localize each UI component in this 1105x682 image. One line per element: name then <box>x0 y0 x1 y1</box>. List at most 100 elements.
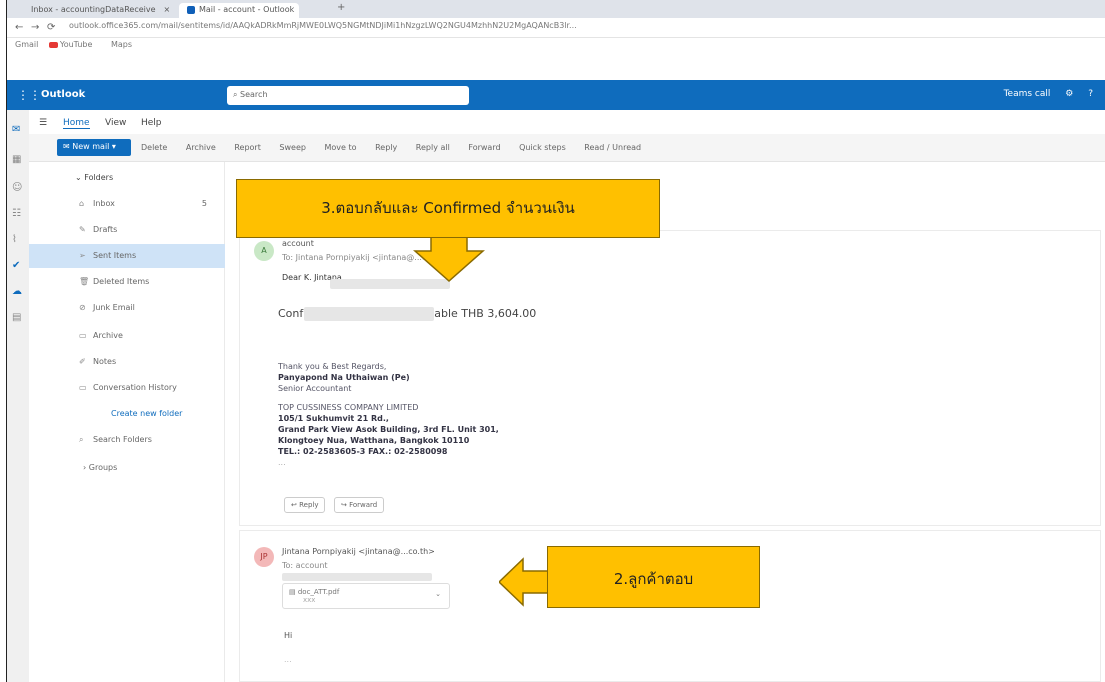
folder-label: Inbox <box>93 199 115 208</box>
reply-all-button[interactable]: Reply all <box>416 143 450 152</box>
sweep-button[interactable]: Sweep <box>279 143 306 152</box>
signature-spacer <box>278 394 499 402</box>
callout-confirm-amount: 3.ตอบกลับและ Confirmed จำนวนเงิน <box>236 179 660 238</box>
sender-name: account <box>282 239 314 248</box>
apps-icon[interactable]: ▤ <box>12 312 21 323</box>
folders-header-label: Folders <box>84 173 114 182</box>
new-mail-button[interactable]: ✉ New mail ▾ <box>57 139 131 156</box>
folder-drafts[interactable]: ✎ Drafts <box>29 218 225 242</box>
forward-button[interactable]: ↪ Forward <box>334 497 385 513</box>
outlook-header: ⋮⋮ Outlook ⌕ Search Teams call ⚙ ? <box>7 80 1105 110</box>
drafts-icon: ✎ <box>79 225 86 234</box>
folder-deleted-items[interactable]: 🗑 Deleted Items <box>29 270 225 294</box>
quick-steps-button[interactable]: Quick steps <box>519 143 566 152</box>
bookmark-maps[interactable]: Maps <box>111 40 132 49</box>
groups-icon[interactable]: ☷ <box>12 208 21 219</box>
archive-icon: ▭ <box>79 331 87 340</box>
app-rail: ✉ ▦ ☺ ☷ ⌇ ✔ ☁ ▤ <box>7 110 29 682</box>
url-input[interactable]: outlook.office365.com/mail/sentitems/id/… <box>69 21 769 35</box>
tab-help[interactable]: Help <box>141 118 162 128</box>
avatar: A <box>254 241 274 261</box>
show-more-link[interactable]: ... <box>278 457 499 468</box>
compose-icon: ✉ <box>63 142 73 151</box>
reload-icon[interactable]: ⟳ <box>47 22 55 33</box>
email-message-reply[interactable]: A account To: Jintana Pornpiyakij <jinta… <box>239 230 1101 526</box>
forward-icon: ↪ <box>341 501 350 509</box>
close-icon[interactable]: × <box>164 5 171 14</box>
folder-icon: ▭ <box>79 383 87 392</box>
folder-pane: ⌄ Folders ⌂ Inbox 5 ✎ Drafts ➢ Sent Items 🗑 D… <box>29 162 225 682</box>
header-actions: Teams call ⚙ ? <box>992 89 1093 99</box>
callout-customer-reply: 2.ลูกค้าตอบ <box>547 546 760 608</box>
folder-search-folders[interactable]: ⌕ Search Folders <box>29 428 225 452</box>
recipient-line: To: Jintana Pornpiyakij <jintana@...> <box>282 253 429 262</box>
tab-home[interactable]: Home <box>63 118 90 129</box>
help-icon[interactable]: ? <box>1088 89 1093 99</box>
sent-icon: ➢ <box>79 251 86 260</box>
bookmark-youtube[interactable]: YouTube <box>48 40 101 49</box>
move-to-button[interactable]: Move to <box>325 143 357 152</box>
people-icon[interactable]: ☺ <box>12 182 22 193</box>
forward-icon[interactable]: → <box>31 22 39 33</box>
delete-button[interactable]: Delete <box>141 143 167 152</box>
bookmark-label: YouTube <box>59 40 93 49</box>
browser-tab-inbox[interactable]: Inbox - accountingDataReceive × <box>23 3 173 18</box>
onedrive-icon[interactable]: ☁ <box>12 286 22 297</box>
back-icon[interactable]: ← <box>15 22 23 33</box>
folder-sent-items[interactable]: ➢ Sent Items <box>29 244 225 268</box>
search-icon: ⌕ <box>233 90 241 99</box>
folder-notes[interactable]: ✐ Notes <box>29 350 225 374</box>
chevron-down-icon: ⌄ <box>75 173 85 182</box>
signature: Thank you & Best Regards, Panyapond Na U… <box>278 361 499 468</box>
left-arrow-annotation <box>499 557 551 607</box>
new-tab-button[interactable]: + <box>337 2 345 13</box>
avatar: JP <box>254 547 274 567</box>
settings-icon[interactable]: ⚙ <box>1065 89 1073 99</box>
redacted-text <box>282 573 432 581</box>
chevron-down-icon[interactable]: ⌄ <box>435 590 441 598</box>
mail-icon[interactable]: ✉ <box>12 124 20 135</box>
folder-label: Archive <box>93 331 123 340</box>
folder-label: Drafts <box>93 225 118 234</box>
company-line: Klongtoey Nua, Watthana, Bangkok 10110 <box>278 436 470 445</box>
browser-tab-outlook[interactable]: Mail - account - Outlook× <box>179 3 299 18</box>
ribbon-items: Delete Archive Report Sweep Move to Repl… <box>141 143 657 152</box>
read-unread-button[interactable]: Read / Unread <box>584 143 641 152</box>
search-icon: ⌕ <box>79 435 84 444</box>
junk-icon: ⊘ <box>79 303 86 312</box>
folder-conversation-history[interactable]: ▭ Conversation History <box>29 376 225 400</box>
attach-icon[interactable]: ⌇ <box>12 234 17 245</box>
down-arrow-annotation <box>413 237 485 283</box>
folder-archive[interactable]: ▭ Archive <box>29 324 225 348</box>
reply-button[interactable]: Reply <box>375 143 397 152</box>
show-more-link[interactable]: ... <box>284 655 292 664</box>
create-new-folder-link[interactable]: Create new folder <box>29 402 225 426</box>
inbox-icon: ⌂ <box>79 199 85 208</box>
folder-inbox[interactable]: ⌂ Inbox 5 <box>29 192 225 216</box>
folder-label: Conversation History <box>93 383 177 392</box>
folders-header[interactable]: ⌄ Folders <box>29 166 225 190</box>
attachment-size: xxx <box>303 596 316 604</box>
signature-line: Panyapond Na Uthaiwan (Pe) <box>278 373 410 382</box>
teams-call-button[interactable]: Teams call <box>1004 89 1051 99</box>
archive-button[interactable]: Archive <box>186 143 216 152</box>
bookmark-gmail[interactable]: Gmail <box>15 40 38 49</box>
report-button[interactable]: Report <box>234 143 261 152</box>
tab-view[interactable]: View <box>105 118 126 128</box>
folder-label: Notes <box>93 357 117 366</box>
attachment[interactable]: ▤ doc_ATT.pdf ⌄ xxx <box>282 583 450 609</box>
todo-icon[interactable]: ✔ <box>12 260 20 271</box>
forward-button[interactable]: Forward <box>468 143 500 152</box>
app-launcher-icon[interactable]: ⋮⋮ <box>17 88 41 102</box>
hamburger-icon[interactable]: ☰ <box>39 118 47 128</box>
groups-section[interactable]: › Groups <box>29 456 225 480</box>
reply-button[interactable]: ↩ Reply <box>284 497 326 513</box>
calendar-icon[interactable]: ▦ <box>12 154 21 165</box>
app-name: Outlook <box>41 89 86 100</box>
new-mail-label: New mail <box>72 142 110 151</box>
attachment-name: doc_ATT.pdf <box>297 588 340 596</box>
ribbon-toolbar: ✉ New mail ▾ Delete Archive Report Sweep… <box>29 134 1105 162</box>
folder-junk-email[interactable]: ⊘ Junk Email <box>29 296 225 320</box>
search-placeholder: Search <box>240 90 268 99</box>
search-input[interactable]: ⌕ Search <box>227 86 469 105</box>
